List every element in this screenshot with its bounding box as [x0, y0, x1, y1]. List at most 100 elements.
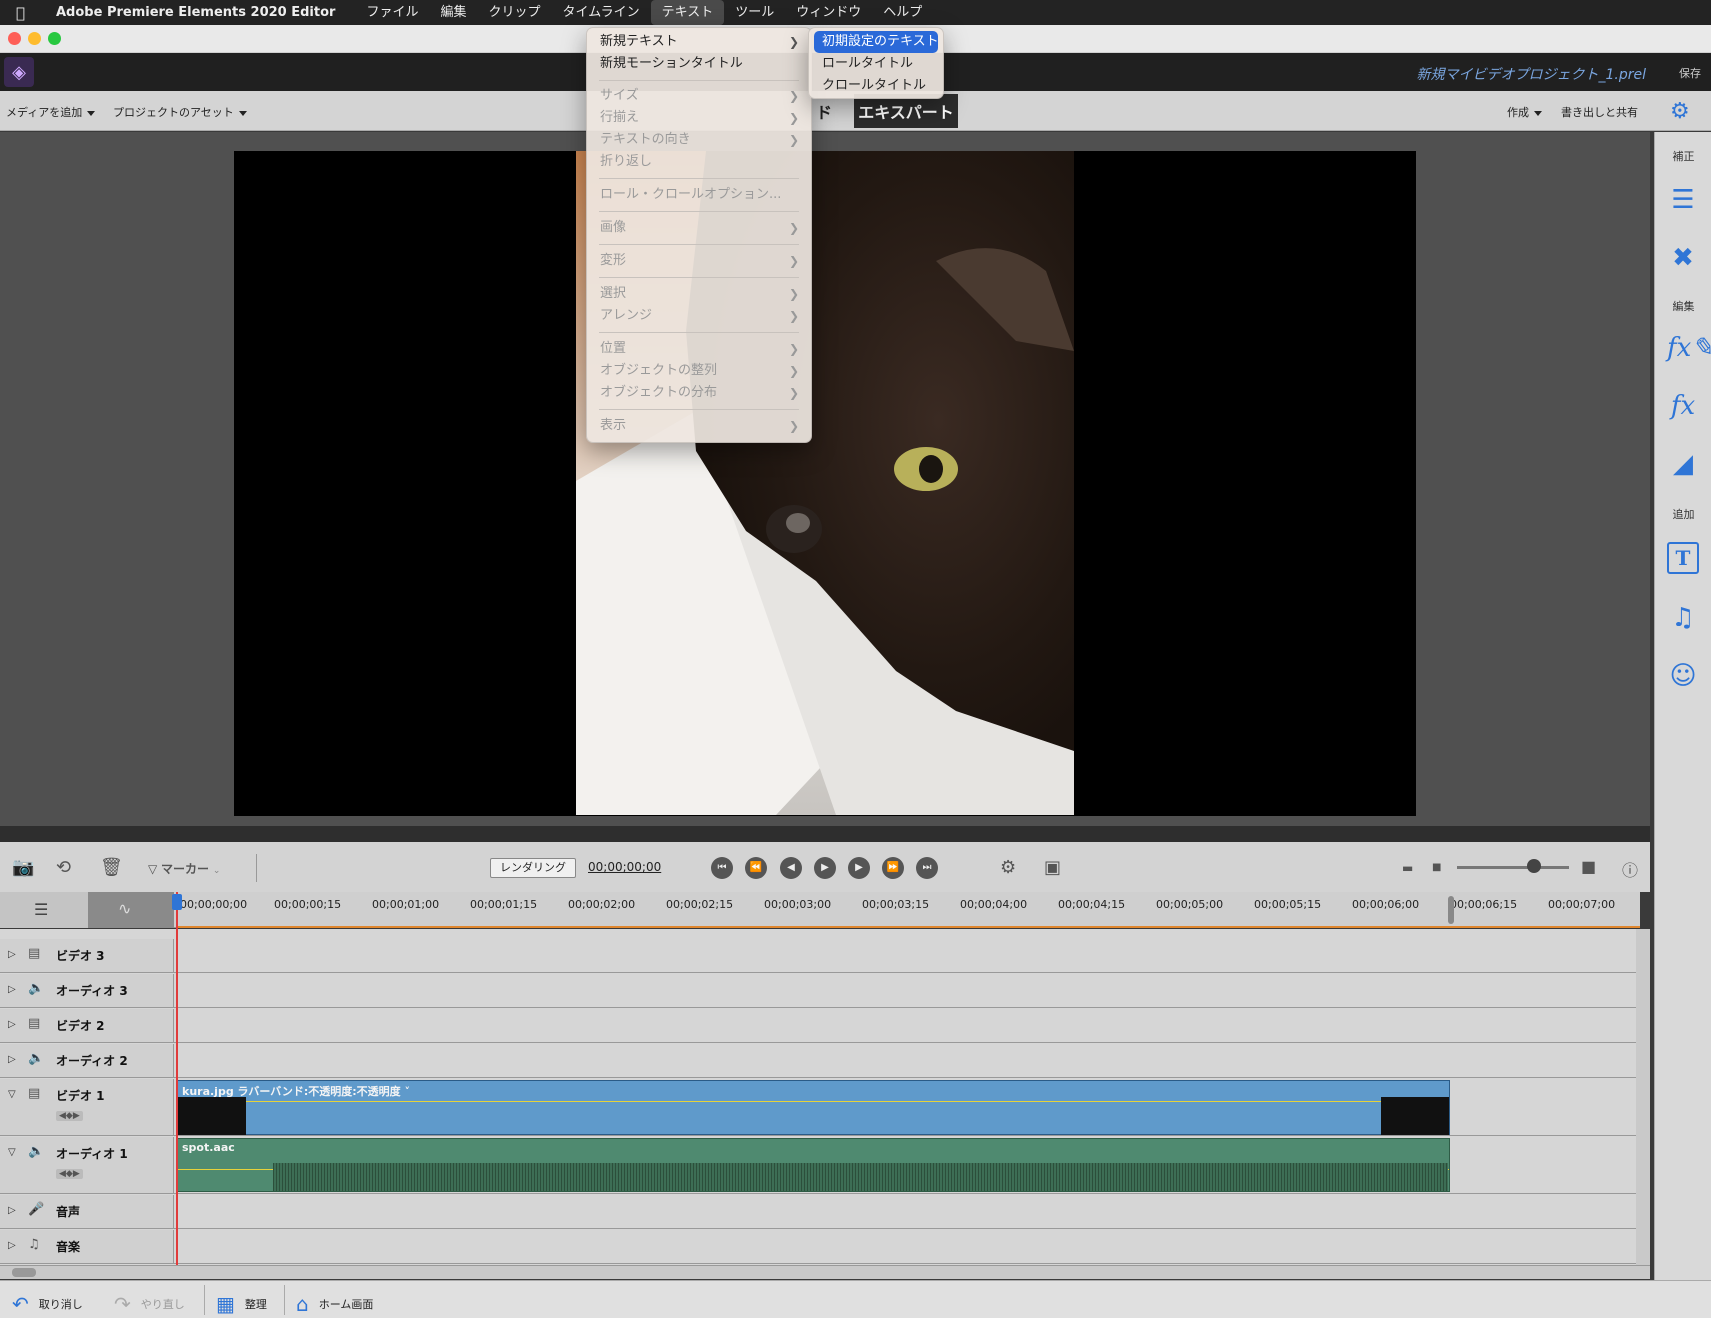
- menu-item-distribute-objects[interactable]: オブジェクトの分布 ❯: [587, 382, 811, 404]
- timeline-zoom-slider[interactable]: [1457, 866, 1569, 869]
- track-header[interactable]: ▷ 🔈 オーディオ 2: [0, 1044, 174, 1077]
- menu-file[interactable]: ファイル: [355, 0, 429, 25]
- emoji-icon[interactable]: ☺: [1667, 660, 1699, 692]
- audio-clip-spot[interactable]: spot.aac: [177, 1138, 1450, 1192]
- track-header[interactable]: ▽ 🔈 オーディオ 1 ◀◆▶: [0, 1137, 174, 1193]
- keyframe-nav-icon[interactable]: ◀◆▶: [56, 1169, 83, 1179]
- menu-window[interactable]: ウィンドウ: [785, 0, 872, 25]
- video-clip-kura[interactable]: kura.jpg ラバーバンド:不透明度:不透明度 ˅: [177, 1080, 1450, 1135]
- add-media-dropdown[interactable]: メディアを追加: [6, 104, 96, 120]
- playhead[interactable]: [176, 892, 178, 1267]
- step-back-button[interactable]: ◀: [780, 857, 802, 879]
- trash-icon[interactable]: 🗑: [100, 857, 123, 878]
- fx-edit-icon[interactable]: fx✎: [1667, 332, 1711, 364]
- tools-icon[interactable]: ✖: [1667, 242, 1699, 274]
- fast-forward-button[interactable]: ⏩: [882, 857, 904, 879]
- timecode-display[interactable]: 00;00;00;00: [588, 860, 661, 874]
- opacity-rubberband[interactable]: [178, 1101, 1449, 1102]
- collapse-triangle-icon[interactable]: ▽: [8, 1089, 16, 1100]
- track-header[interactable]: ▷ ▤ ビデオ 3: [0, 939, 174, 972]
- help-icon[interactable]: ⓘ: [1622, 857, 1638, 881]
- zoom-slider-handle[interactable]: [1527, 859, 1541, 873]
- menu-timeline[interactable]: タイムライン: [551, 0, 650, 25]
- timeline-horizontal-scrollbar[interactable]: [0, 1265, 1650, 1279]
- project-assets-dropdown[interactable]: プロジェクトのアセット: [113, 104, 247, 120]
- track-header[interactable]: ▷ ▤ ビデオ 2: [0, 1009, 174, 1042]
- track-header[interactable]: ▷ 🔈 オーディオ 3: [0, 974, 174, 1007]
- app-name-menu[interactable]: Adobe Premiere Elements 2020 Editor: [56, 5, 335, 20]
- track-lane[interactable]: [176, 1009, 1636, 1042]
- menu-text[interactable]: テキスト: [650, 0, 725, 25]
- go-to-start-button[interactable]: ⏮: [711, 857, 733, 879]
- menu-item-orientation[interactable]: テキストの向き ❯: [587, 129, 811, 151]
- close-window-button[interactable]: [8, 32, 21, 45]
- audio-waveform-toggle[interactable]: ∿: [88, 892, 174, 928]
- menu-item-position[interactable]: 位置 ❯: [587, 338, 811, 360]
- expand-triangle-icon[interactable]: ▷: [8, 1240, 16, 1251]
- title-icon[interactable]: T: [1667, 542, 1699, 574]
- menu-item-select[interactable]: 選択 ❯: [587, 283, 811, 305]
- menu-help[interactable]: ヘルプ: [872, 0, 933, 25]
- zoom-out-icon[interactable]: ■: [1432, 862, 1441, 873]
- undo-button[interactable]: ↶ 取り消し: [12, 1292, 83, 1316]
- transition-icon[interactable]: ◢: [1667, 448, 1699, 480]
- submenu-item-default-text[interactable]: 初期設定のテキスト: [814, 31, 939, 53]
- track-header[interactable]: ▷ 🎤 音声: [0, 1195, 174, 1228]
- export-share-button[interactable]: 書き出しと共有: [1561, 104, 1638, 120]
- fullscreen-icon[interactable]: ▣: [1044, 857, 1061, 878]
- timeline-vertical-scrollbar[interactable]: [1636, 929, 1650, 1265]
- rotate-icon[interactable]: ⟲: [56, 857, 71, 878]
- menu-item-roll-crawl-options[interactable]: ロール・クロールオプション...: [587, 184, 811, 206]
- end-marker-handle[interactable]: [1448, 896, 1454, 924]
- menu-item-new-text[interactable]: 新規テキスト ❯: [587, 31, 811, 53]
- marker-dropdown[interactable]: ▽ マーカー ⌄: [148, 860, 220, 877]
- menu-clip[interactable]: クリップ: [477, 0, 551, 25]
- sliders-icon[interactable]: ☰: [1667, 184, 1699, 216]
- track-header[interactable]: ▷ ♫ 音楽: [0, 1230, 174, 1263]
- menu-item-align-objects[interactable]: オブジェクトの整列 ❯: [587, 360, 811, 382]
- apple-icon[interactable]: : [16, 4, 44, 22]
- expand-triangle-icon[interactable]: ▷: [8, 1019, 16, 1030]
- menu-item-image[interactable]: 画像 ❯: [587, 217, 811, 239]
- panel-divider[interactable]: [0, 826, 1650, 842]
- track-lane[interactable]: [176, 1195, 1636, 1228]
- menu-item-word-wrap[interactable]: 折り返し: [587, 151, 811, 173]
- redo-button[interactable]: ↷ やり直し: [114, 1292, 185, 1316]
- submenu-item-roll-title[interactable]: ロールタイトル: [809, 53, 943, 75]
- minimize-window-button[interactable]: [28, 32, 41, 45]
- step-forward-button[interactable]: ▶: [848, 857, 870, 879]
- camera-icon[interactable]: 📷: [12, 857, 34, 878]
- home-screen-button[interactable]: ⌂ ホーム画面: [296, 1292, 373, 1316]
- track-lane[interactable]: [176, 939, 1636, 972]
- create-dropdown[interactable]: 作成: [1507, 104, 1542, 120]
- track-lane[interactable]: [176, 1044, 1636, 1077]
- menu-edit[interactable]: 編集: [429, 0, 477, 25]
- menu-item-size[interactable]: サイズ ❯: [587, 85, 811, 107]
- rewind-button[interactable]: ⏪: [745, 857, 767, 879]
- monitor-settings-icon[interactable]: ⚙: [1000, 857, 1016, 878]
- menu-item-arrange[interactable]: アレンジ ❯: [587, 305, 811, 327]
- track-header[interactable]: ▽ ▤ ビデオ 1 ◀◆▶: [0, 1079, 174, 1135]
- music-icon[interactable]: ♫: [1667, 602, 1699, 634]
- organizer-button[interactable]: ▦ 整理: [216, 1292, 267, 1316]
- expand-triangle-icon[interactable]: ▷: [8, 1054, 16, 1065]
- go-to-end-button[interactable]: ⏭: [916, 857, 938, 879]
- zoom-window-button[interactable]: [48, 32, 61, 45]
- expand-triangle-icon[interactable]: ▷: [8, 949, 16, 960]
- menu-item-transform[interactable]: 変形 ❯: [587, 250, 811, 272]
- menu-item-new-motion-title[interactable]: 新規モーションタイトル: [587, 53, 811, 75]
- fit-timeline-icon[interactable]: ▬: [1402, 861, 1413, 875]
- save-button[interactable]: 保存: [1679, 65, 1701, 81]
- collapse-triangle-icon[interactable]: ▽: [8, 1147, 16, 1158]
- render-button[interactable]: レンダリング: [490, 858, 576, 878]
- track-layout-icon[interactable]: ☰: [34, 900, 48, 919]
- menu-item-view[interactable]: 表示 ❯: [587, 415, 811, 437]
- guided-mode-tab[interactable]: ド: [816, 99, 832, 123]
- expand-triangle-icon[interactable]: ▷: [8, 1205, 16, 1216]
- fx-icon[interactable]: fx: [1667, 390, 1699, 422]
- keyframe-nav-icon[interactable]: ◀◆▶: [56, 1111, 83, 1121]
- zoom-in-icon[interactable]: ■: [1581, 857, 1596, 876]
- menu-tools[interactable]: ツール: [724, 0, 785, 25]
- scrollbar-thumb[interactable]: [12, 1268, 36, 1277]
- track-lane[interactable]: [176, 974, 1636, 1007]
